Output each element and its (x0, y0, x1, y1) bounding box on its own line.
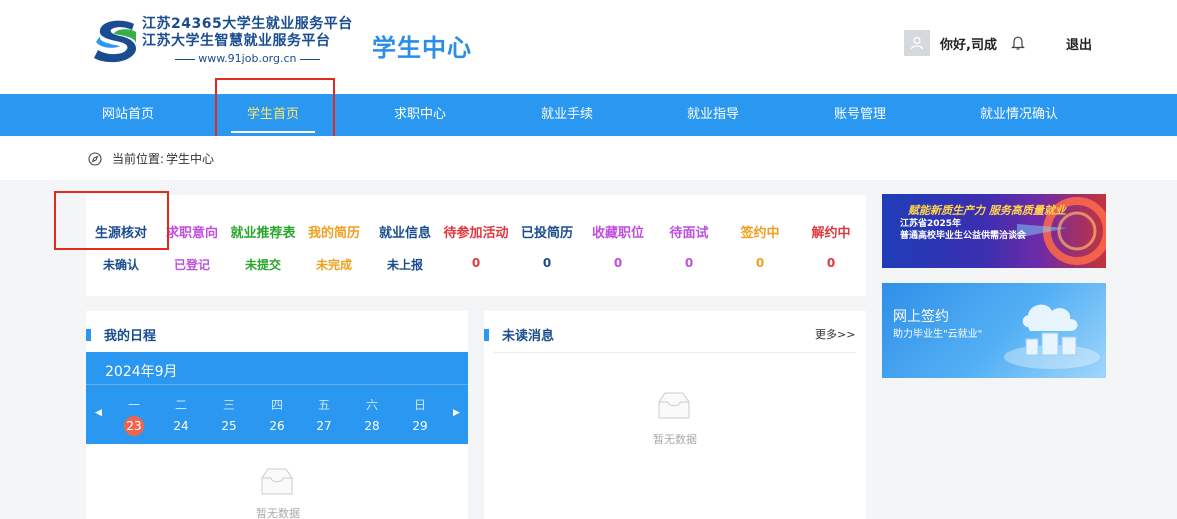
avatar[interactable] (904, 30, 930, 56)
calendar-day[interactable]: 29 (405, 416, 435, 436)
bell-icon[interactable] (1009, 34, 1027, 52)
calendar-day-number: 25 (221, 419, 237, 433)
calendar-month: 2024年9月 (105, 364, 178, 380)
status-label[interactable]: 解约中 (791, 222, 871, 241)
status-label[interactable]: 待面试 (649, 222, 729, 241)
status-label[interactable]: 签约中 (720, 222, 800, 241)
messages-title-text: 未读消息 (502, 329, 555, 344)
status-value[interactable]: 0 (720, 256, 800, 270)
calendar-weekday: 三 (222, 398, 235, 412)
calendar-day[interactable]: 26 (262, 416, 292, 436)
status-label[interactable]: 生源核对 (81, 222, 161, 241)
calendar-weekday: 日 (413, 398, 426, 412)
page-title: 学生中心 (372, 34, 472, 62)
status-value[interactable]: 0 (649, 256, 729, 270)
status-label[interactable]: 求职意向 (152, 222, 232, 241)
status-panel (86, 195, 866, 296)
calendar-weekday: 五 (317, 398, 330, 412)
status-value[interactable]: 未提交 (223, 256, 303, 273)
nav-active-underline (231, 131, 315, 133)
nav-student-home[interactable]: 学生首页 (231, 94, 315, 136)
status-value[interactable]: 未上报 (365, 256, 445, 273)
platform-logo[interactable] (90, 16, 144, 64)
calendar-day[interactable]: 25 (214, 416, 244, 436)
logo-url: www.91job.org.cn (142, 52, 353, 65)
nav-home[interactable]: 网站首页 (86, 94, 170, 136)
calendar-weekday: 一 (127, 398, 140, 412)
status-value[interactable]: 已登记 (152, 256, 232, 273)
calendar-divider (86, 384, 468, 385)
status-label[interactable]: 收藏职位 (578, 222, 658, 241)
nav-job-center[interactable]: 求职中心 (378, 94, 462, 136)
breadcrumb-current[interactable]: 学生中心 (166, 150, 214, 167)
status-value[interactable]: 0 (436, 256, 516, 270)
messages-more-link[interactable]: 更多>> (815, 326, 855, 342)
logo-text: 江苏24365大学生就业服务平台 江苏大学生智慧就业服务平台 www.91job… (142, 16, 353, 65)
job-fair-banner[interactable]: 赋能新质生产力 服务高质量就业 江苏省2025年 普通高校毕业生公益供需洽谈会 (882, 194, 1106, 268)
messages-title: 未读消息 (484, 325, 554, 344)
status-label[interactable]: 已投简历 (507, 222, 587, 241)
calendar-day[interactable]: 28 (357, 416, 387, 436)
banner-event: 普通高校毕业生公益供需洽谈会 (900, 231, 1027, 241)
calendar-weekday: 四 (270, 398, 283, 412)
main-nav: 网站首页 学生首页 求职中心 就业手续 就业指导 账号管理 就业情况确认 (0, 94, 1177, 136)
status-label[interactable]: 我的简历 (294, 222, 374, 241)
calendar-day-number: 28 (364, 419, 380, 433)
status-value[interactable]: 0 (578, 256, 658, 270)
breadcrumb-prefix: 当前位置: (112, 152, 165, 166)
calendar-day[interactable]: 24 (166, 416, 196, 436)
empty-box-icon (261, 468, 293, 495)
schedule-title: 我的日程 (86, 325, 156, 344)
online-signing-banner[interactable]: 网上签约 助力毕业生"云就业" (882, 283, 1106, 378)
status-value[interactable]: 未确认 (81, 256, 161, 273)
nav-employment-guidance[interactable]: 就业指导 (671, 94, 755, 136)
status-value[interactable]: 0 (507, 256, 587, 270)
logo-line-2: 江苏大学生智慧就业服务平台 (142, 33, 331, 49)
calendar-day-today[interactable]: 23 (119, 416, 149, 436)
calendar-day-number: 29 (412, 419, 428, 433)
breadcrumb: 当前位置: 学生中心 (88, 150, 214, 167)
logo-line-1: 江苏24365大学生就业服务平台 (142, 16, 353, 32)
calendar-day-number: 23 (124, 416, 144, 436)
calendar-day-number: 26 (269, 419, 285, 433)
user-icon (910, 36, 924, 50)
status-label[interactable]: 就业推荐表 (223, 222, 303, 241)
user-area: 你好,司成 (904, 29, 1027, 57)
calendar-prev-button[interactable]: ◀ (95, 408, 102, 418)
user-greeting: 你好,司成 (940, 37, 997, 53)
calendar-weekday: 六 (365, 398, 378, 412)
nav-employment-confirmation[interactable]: 就业情况确认 (955, 94, 1083, 136)
banner-signing-subtitle: 助力毕业生"云就业" (893, 329, 983, 340)
status-label[interactable]: 待参加活动 (436, 222, 516, 241)
empty-box-icon (658, 392, 690, 419)
status-value[interactable]: 0 (791, 256, 871, 270)
messages-empty-text: 暂无数据 (653, 433, 697, 446)
logout-button[interactable]: 退出 (1066, 34, 1092, 53)
calendar-day-number: 27 (316, 419, 332, 433)
status-value[interactable]: 未完成 (294, 256, 374, 273)
schedule-empty-text: 暂无数据 (256, 507, 300, 519)
calendar-next-button[interactable]: ▶ (453, 408, 460, 418)
calendar-day[interactable]: 27 (309, 416, 339, 436)
banner-signing-title: 网上签约 (893, 309, 949, 325)
messages-divider (494, 352, 856, 353)
nav-account-management[interactable]: 账号管理 (818, 94, 902, 136)
nav-employment-procedures[interactable]: 就业手续 (525, 94, 609, 136)
schedule-title-text: 我的日程 (104, 329, 157, 344)
status-label[interactable]: 就业信息 (365, 222, 445, 241)
compass-icon (88, 151, 102, 166)
cloud-server-graphic (1004, 304, 1100, 369)
calendar-weekday: 二 (174, 398, 187, 412)
calendar-day-number: 24 (173, 419, 189, 433)
